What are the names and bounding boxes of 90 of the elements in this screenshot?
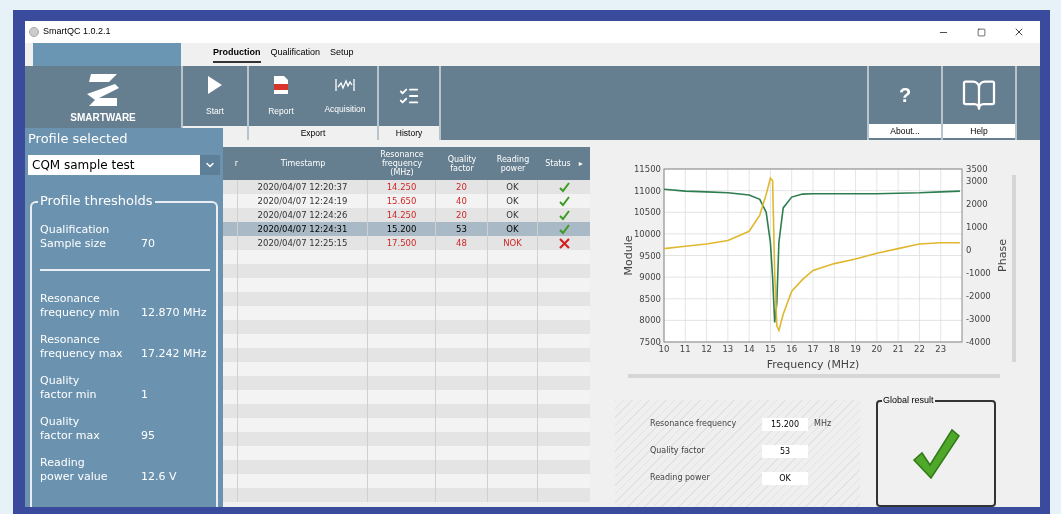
ribbon-button[interactable]: Start xyxy=(183,66,247,126)
measurement-label: Quality factor xyxy=(650,445,706,457)
axis-tick-label: 1000 xyxy=(966,221,988,232)
threshold-label: Quality factor max xyxy=(40,415,101,443)
axis-tick-label: 23 xyxy=(935,344,947,354)
threshold-value: 12.870 MHz xyxy=(141,306,207,320)
axis-title: Frequency (MHz) xyxy=(766,358,860,371)
threshold-value: 70 xyxy=(141,237,155,251)
column-header[interactable]: Quality factor xyxy=(438,154,486,173)
menu-tab[interactable]: Setup xyxy=(330,46,354,63)
logo-wordmark: SMARTWARE xyxy=(70,111,136,125)
button-caption: Help xyxy=(943,124,1015,138)
group-label: Export xyxy=(300,126,326,140)
axis-tick-label: 15 xyxy=(765,344,776,354)
group-label: History xyxy=(395,126,423,140)
axis-tick-label: 19 xyxy=(850,344,861,354)
menu-tab[interactable]: Qualification xyxy=(270,46,321,63)
waveform-icon xyxy=(334,76,356,93)
checkmark-icon xyxy=(558,209,570,221)
button-caption: About... xyxy=(869,124,941,138)
column-header[interactable]: Resonance frequency (MHz) xyxy=(370,150,434,177)
measurement-value: 53 xyxy=(762,444,808,458)
threshold-label: Resonance frequency min xyxy=(40,292,121,320)
axis-tick-label: 8500 xyxy=(639,293,661,304)
axis-title: Phase xyxy=(996,239,1009,272)
column-header[interactable]: Reading power xyxy=(490,154,536,173)
axis-tick-label: 20 xyxy=(871,344,883,354)
window-title: SmartQC 1.0.2.1 xyxy=(43,25,111,39)
checkmark-icon xyxy=(558,195,570,207)
axis-title: Module xyxy=(622,235,635,276)
ribbon-button[interactable]: Acquisition xyxy=(313,66,377,126)
axis-tick-label: 22 xyxy=(914,344,925,354)
play-icon xyxy=(207,74,223,95)
axis-tick-label: 17 xyxy=(807,344,819,354)
checkmark-icon xyxy=(912,427,960,480)
column-header[interactable]: Timestamp xyxy=(280,159,326,168)
threshold-value: 12.6 V xyxy=(141,470,177,484)
menu-tab[interactable]: Production xyxy=(213,46,261,63)
sidebar-title: Profile selected xyxy=(28,130,128,148)
column-header[interactable]: r xyxy=(234,159,238,168)
measurement-value: OK xyxy=(762,471,808,485)
pdf-file-icon xyxy=(273,74,289,95)
ribbon-button[interactable]: Report xyxy=(249,66,313,126)
axis-tick-label: 12 xyxy=(701,344,712,354)
close-icon xyxy=(1013,26,1025,38)
axis-tick-label: 21 xyxy=(892,344,904,354)
logo-icon xyxy=(85,72,121,108)
cross-icon xyxy=(558,237,570,249)
measurement-label: Reading power xyxy=(650,472,711,484)
axis-tick-label: -3000 xyxy=(966,313,991,324)
axis-tick-label: 8000 xyxy=(639,315,661,326)
measurement-label: Resonance frequency xyxy=(650,418,738,430)
axis-tick-label: 18 xyxy=(828,344,840,354)
threshold-label: Quality factor min xyxy=(40,374,98,402)
axis-tick-label: 2000 xyxy=(966,198,988,209)
threshold-label: Qualification Sample size xyxy=(40,223,111,251)
axis-tick-label: 9500 xyxy=(639,250,661,261)
table-row[interactable]: 2020/04/07 12:20:37 14.250 20 OK xyxy=(223,180,590,194)
threshold-value: 1 xyxy=(141,388,148,402)
table-row[interactable]: 2020/04/07 12:24:26 14.250 20 OK xyxy=(223,208,590,222)
axis-tick-label: 16 xyxy=(786,344,798,354)
app-icon xyxy=(29,27,39,37)
axis-tick-label: 10000 xyxy=(633,228,661,239)
axis-tick-label: -1000 xyxy=(966,267,991,278)
measurement-value: 15.200 xyxy=(762,417,808,431)
threshold-label: Resonance frequency max xyxy=(40,333,124,361)
axis-tick-label: -2000 xyxy=(966,290,991,301)
threshold-label: Reading power value xyxy=(40,456,109,484)
maximize-icon xyxy=(976,27,986,37)
axis-tick-label: 13 xyxy=(722,344,734,354)
checkmark-icon xyxy=(558,181,570,193)
checkmark-icon xyxy=(558,223,570,235)
scroll-arrow[interactable]: ▸ xyxy=(578,159,583,168)
axis-tick-label: 3000 xyxy=(966,175,988,186)
table-row[interactable]: 2020/04/07 12:24:31 15.200 53 OK xyxy=(223,222,590,236)
axis-tick-label: 3500 xyxy=(966,164,988,174)
about-button[interactable]: ? xyxy=(869,66,941,124)
threshold-value: 17.242 MHz xyxy=(141,347,207,361)
axis-tick-label: 14 xyxy=(743,344,755,354)
axis-tick-label: 11 xyxy=(679,344,691,354)
axis-tick-label: 11500 xyxy=(633,164,661,174)
axis-tick-label: 10500 xyxy=(633,207,661,218)
axis-tick-label: 9000 xyxy=(639,272,661,283)
column-header[interactable]: Status xyxy=(545,159,571,168)
axis-tick-label: 0 xyxy=(966,244,972,255)
table-row[interactable]: 2020/04/07 12:25:15 17.500 48 NOK xyxy=(223,236,590,250)
axis-tick-label: -4000 xyxy=(966,337,991,347)
axis-tick-label: 11000 xyxy=(633,185,661,196)
unit-label: MHz xyxy=(814,418,832,430)
threshold-value: 95 xyxy=(141,429,155,443)
